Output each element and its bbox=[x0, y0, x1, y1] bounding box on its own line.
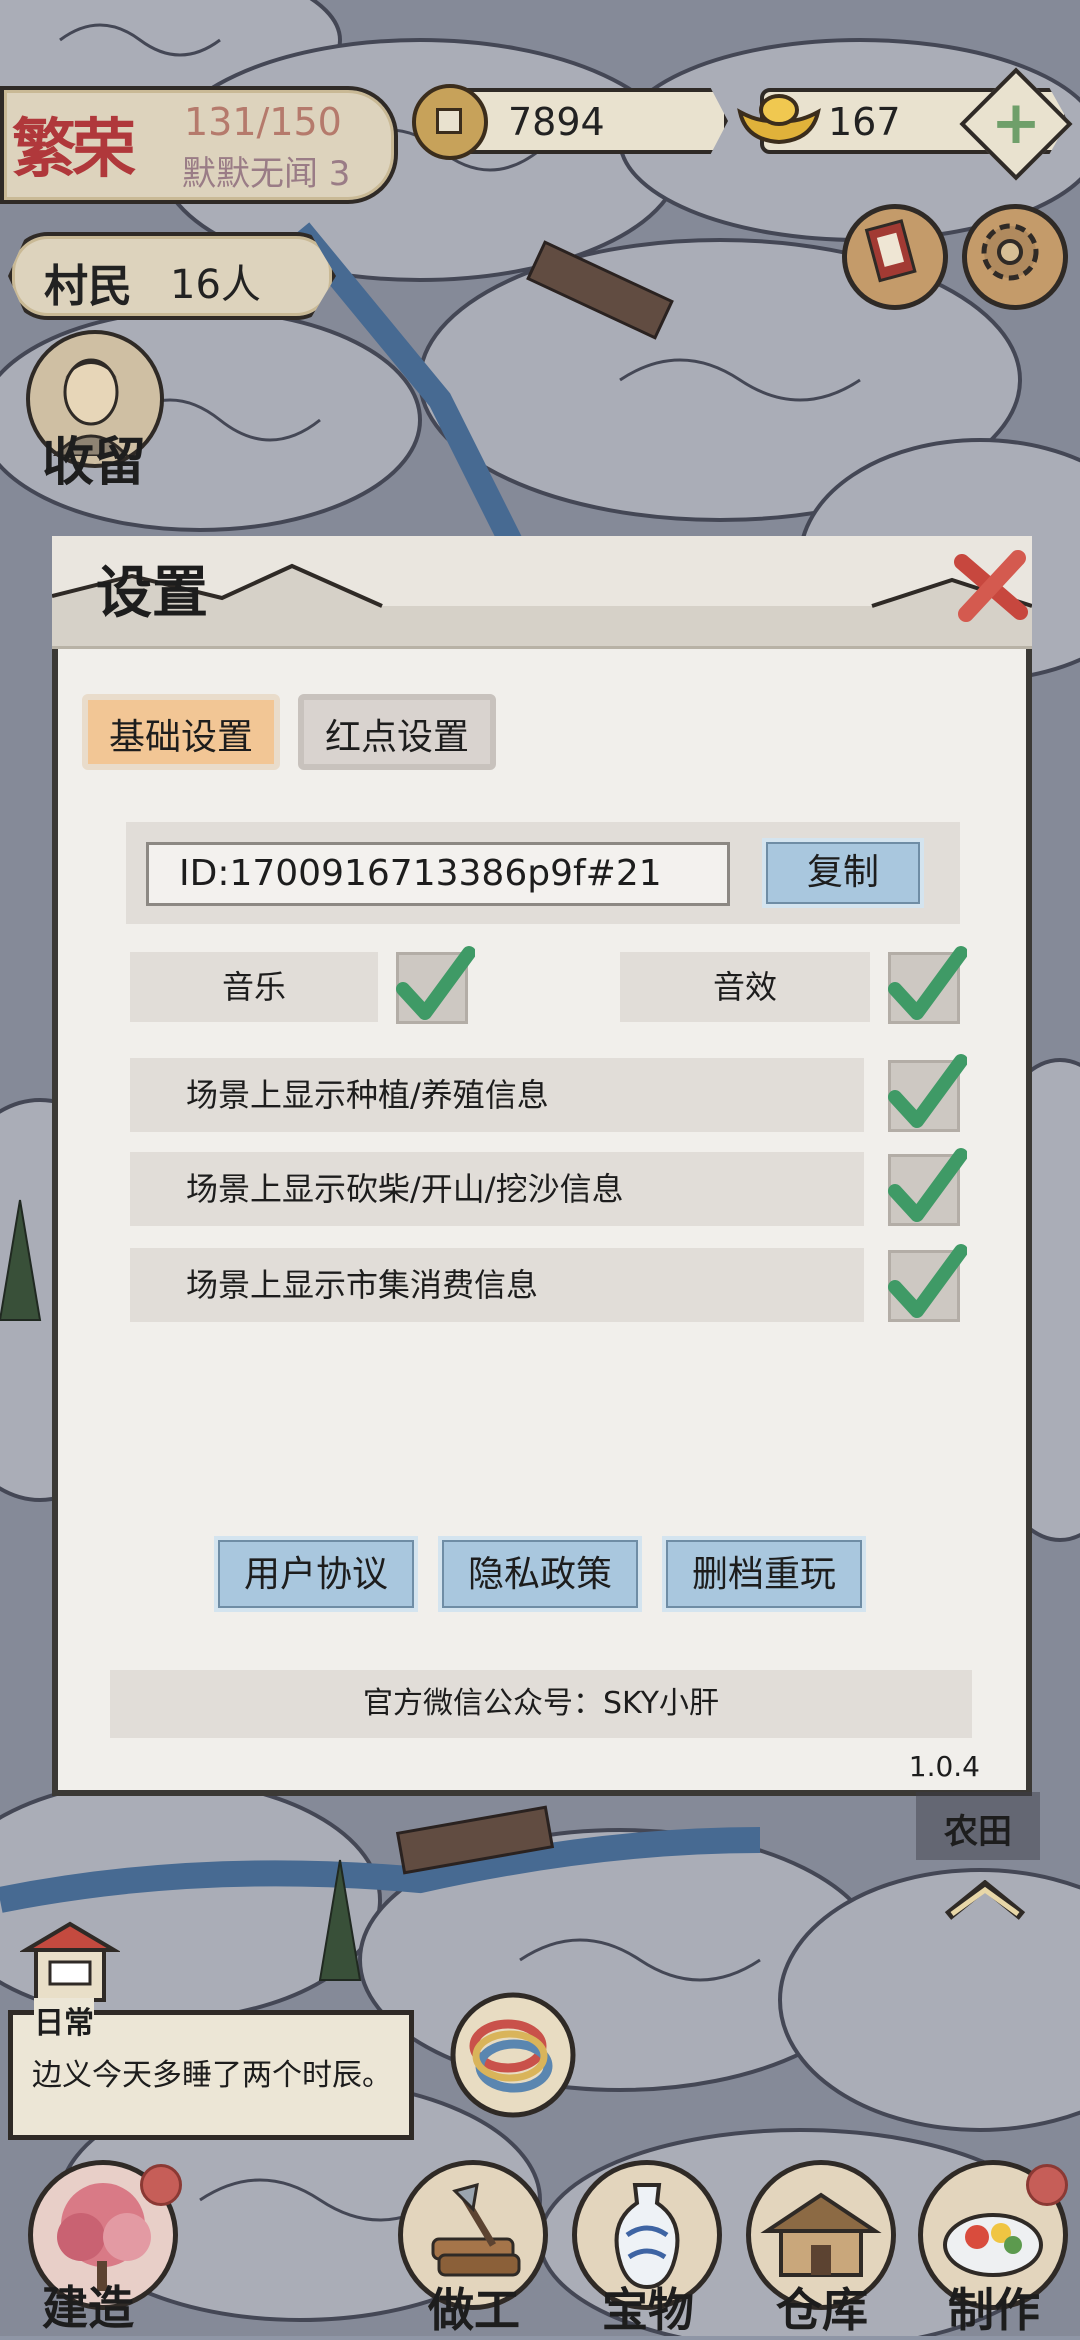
prosperity-label: 繁荣 bbox=[12, 112, 136, 187]
chevron-up-icon[interactable] bbox=[944, 1880, 1026, 1920]
option-planting-info: 场景上显示种植/养殖信息 bbox=[130, 1058, 864, 1132]
prosperity-panel: 繁荣 131/150 默默无闻 3 bbox=[0, 86, 398, 204]
nav-work[interactable]: 做工 bbox=[398, 2160, 548, 2337]
nav-treasure-label: 宝物 bbox=[602, 2283, 694, 2337]
scroll-icon bbox=[864, 219, 917, 283]
planting-info-checkbox[interactable] bbox=[888, 1054, 967, 1132]
option-market-info: 场景上显示市集消费信息 bbox=[130, 1248, 864, 1322]
checkmark-icon bbox=[888, 1148, 967, 1222]
logging-info-checkbox[interactable] bbox=[888, 1148, 967, 1226]
nav-build-label: 建造 bbox=[42, 2281, 134, 2335]
nav-warehouse[interactable]: 仓库 bbox=[746, 2160, 896, 2337]
notification-dot bbox=[1026, 2164, 1068, 2206]
villagers-panel[interactable]: 村民 16人 bbox=[8, 232, 336, 320]
nav-craft[interactable]: 制作 bbox=[918, 2160, 1068, 2337]
market-info-checkbox[interactable] bbox=[888, 1244, 967, 1322]
villagers-label: 村民 bbox=[44, 261, 132, 312]
delete-restart-button[interactable]: 删档重玩 bbox=[662, 1536, 866, 1612]
checkmark-icon bbox=[888, 1054, 967, 1128]
checkmark-icon bbox=[396, 946, 475, 1020]
nav-build[interactable]: 建造 bbox=[28, 2160, 182, 2336]
scroll-button[interactable] bbox=[842, 204, 948, 310]
dialog-title: 设置 bbox=[96, 560, 208, 626]
gold-ingot-value: 167 bbox=[828, 100, 901, 144]
gear-icon bbox=[981, 223, 1039, 281]
tab-basic-settings[interactable]: 基础设置 bbox=[82, 694, 280, 770]
shelter-label[interactable]: 收留 bbox=[42, 420, 146, 495]
notification-dot bbox=[140, 2164, 182, 2206]
nav-treasure[interactable]: 宝物 bbox=[572, 2160, 722, 2337]
music-label: 音乐 bbox=[130, 952, 378, 1022]
plus-icon: + bbox=[990, 88, 1042, 158]
player-id-field[interactable]: ID:1700916713386p9f#21 bbox=[146, 842, 730, 906]
settings-button[interactable] bbox=[962, 204, 1068, 310]
close-icon[interactable] bbox=[952, 548, 1030, 626]
wechat-account-label: 官方微信公众号：SKY小肝 bbox=[110, 1670, 972, 1738]
gold-ingot-icon bbox=[737, 94, 821, 145]
music-checkbox[interactable] bbox=[396, 946, 475, 1024]
copy-id-button[interactable]: 复制 bbox=[762, 838, 924, 908]
sfx-checkbox[interactable] bbox=[888, 946, 967, 1024]
nav-work-label: 做工 bbox=[428, 2283, 520, 2337]
village-rank: 默默无闻 3 bbox=[182, 154, 351, 194]
privacy-policy-button[interactable]: 隐私政策 bbox=[438, 1536, 642, 1612]
copper-coin-icon bbox=[412, 84, 488, 160]
tab-red-dot-settings[interactable]: 红点设置 bbox=[298, 694, 496, 770]
prosperity-score: 131/150 bbox=[184, 100, 342, 144]
villagers-count: 16人 bbox=[170, 262, 261, 308]
user-agreement-button[interactable]: 用户协议 bbox=[214, 1536, 418, 1612]
checkmark-icon bbox=[888, 1244, 967, 1318]
nav-warehouse-label: 仓库 bbox=[776, 2283, 868, 2337]
option-logging-info: 场景上显示砍柴/开山/挖沙信息 bbox=[130, 1152, 864, 1226]
nav-craft-label: 制作 bbox=[948, 2283, 1040, 2337]
daily-log-title: 日常 bbox=[34, 1998, 94, 2042]
pavilion-icon bbox=[20, 1921, 120, 2002]
copper-coin-value: 7894 bbox=[508, 100, 605, 144]
daily-log-message: 边义今天多睡了两个时辰。 bbox=[32, 2058, 392, 2093]
version-label: 1.0.4 bbox=[908, 1750, 980, 1783]
farm-label[interactable]: 农田 bbox=[916, 1792, 1040, 1860]
sfx-label: 音效 bbox=[620, 952, 870, 1022]
checkmark-icon bbox=[888, 946, 967, 1020]
bracelet-icon[interactable] bbox=[448, 1990, 578, 2120]
